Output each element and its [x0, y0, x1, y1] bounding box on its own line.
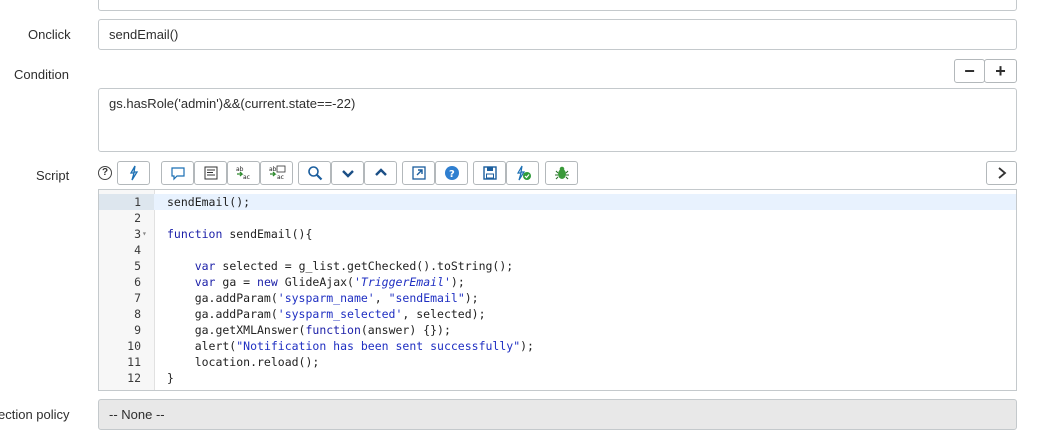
script-help-icon: ? — [444, 166, 459, 180]
line-number: 11 — [127, 355, 141, 369]
code-text: ga.getXMLAnswer(function(answer) {}); — [167, 323, 451, 337]
onclick-field[interactable]: sendEmail() — [98, 19, 1017, 50]
code-text: alert("Notification has been sent succes… — [167, 339, 534, 353]
line-number: 1 — [99, 194, 154, 210]
selection-policy-value: -- None -- — [109, 407, 165, 422]
line-number: 9 — [134, 323, 141, 337]
search-icon — [307, 166, 322, 181]
line-number: 5 — [134, 259, 141, 273]
code-text: location.reload(); — [167, 355, 320, 369]
code-line: 8 ga.addParam('sysparm_selected', select… — [99, 306, 1016, 322]
check-syntax-icon — [516, 165, 531, 181]
fullscreen-icon — [411, 166, 426, 180]
format-icon — [204, 166, 217, 180]
toggle-syntax-button[interactable] — [117, 161, 150, 185]
expand-condition-button[interactable]: + — [984, 59, 1017, 83]
code-line: 2 — [99, 210, 1016, 226]
svg-text:ac: ac — [277, 174, 284, 181]
debug-button[interactable] — [545, 161, 578, 185]
line-number: 8 — [134, 307, 141, 321]
check-syntax-button[interactable] — [506, 161, 539, 185]
line-number: 2 — [134, 211, 141, 225]
replace-all-button[interactable]: ab ac — [260, 161, 293, 185]
code-text: var selected = g_list.getChecked().toStr… — [194, 259, 514, 273]
code-line: 5 var selected = g_list.getChecked().toS… — [99, 258, 1016, 274]
code-text: ga.addParam('sysparm_selected', selected… — [167, 307, 486, 321]
condition-value: gs.hasRole('admin')&&(current.state==-22… — [109, 96, 356, 111]
line-number: 7 — [134, 291, 141, 305]
find-previous-icon — [374, 168, 387, 176]
debug-icon — [554, 166, 569, 180]
code-line: 9 ga.getXMLAnswer(function(answer) {}); — [99, 322, 1016, 338]
script-editor[interactable]: 1 sendEmail(); 2 3 ▾ function sendEmail(){ 4 5 … — [98, 189, 1017, 391]
code-line: 12} — [99, 370, 1016, 386]
code-line: 1 sendEmail(); — [99, 194, 1016, 210]
code-line: 10 alert("Notification has been sent suc… — [99, 338, 1016, 354]
expand-panel-icon — [997, 167, 1006, 179]
code-text: sendEmail(); — [167, 195, 251, 209]
line-number: 3 — [134, 227, 141, 241]
save-icon — [482, 166, 497, 180]
script-help-button[interactable]: ? — [435, 161, 468, 185]
code-line: 3 ▾ function sendEmail(){ — [99, 226, 1016, 242]
code-line: 11 location.reload(); — [99, 354, 1016, 370]
code-text: function sendEmail(){ — [167, 227, 313, 241]
line-number: 4 — [134, 243, 141, 257]
onclick-value: sendEmail() — [109, 27, 179, 42]
onclick-label: Onclick — [28, 27, 71, 42]
replace-button[interactable]: ab ac — [227, 161, 260, 185]
replace-icon: ab ac — [236, 166, 250, 181]
code-line: 7 ga.addParam('sysparm_name', "sendEmail… — [99, 290, 1016, 306]
comment-icon — [170, 167, 185, 181]
condition-label: Condition — [14, 67, 69, 82]
toggle-syntax-icon — [129, 165, 138, 181]
fullscreen-button[interactable] — [402, 161, 435, 185]
code-text: } — [167, 371, 174, 385]
find-previous-button[interactable] — [364, 161, 397, 185]
collapse-condition-button[interactable]: − — [954, 59, 985, 83]
help-icon[interactable]: ? — [98, 166, 112, 180]
line-number: 12 — [127, 371, 141, 385]
previous-field[interactable] — [98, 0, 1017, 11]
code-text: var ga = new GlideAjax('TriggerEmail'); — [194, 275, 465, 289]
code-line: 6 var ga = new GlideAjax('TriggerEmail')… — [99, 274, 1016, 290]
selection-policy-select[interactable]: -- None -- — [98, 399, 1017, 430]
search-button[interactable] — [298, 161, 331, 185]
svg-text:ac: ac — [243, 174, 250, 181]
line-number: 6 — [134, 275, 141, 289]
find-next-icon — [341, 170, 354, 178]
plus-icon: + — [995, 61, 1006, 81]
svg-text:?: ? — [449, 169, 455, 180]
comment-button[interactable] — [161, 161, 194, 185]
code-text: ga.addParam('sysparm_name', "sendEmail")… — [167, 291, 479, 305]
selection-policy-label: ection policy — [0, 407, 70, 422]
script-label: Script — [36, 168, 70, 183]
code-line: 4 — [99, 242, 1016, 258]
line-number: 10 — [127, 339, 141, 353]
format-button[interactable] — [194, 161, 227, 185]
condition-textarea[interactable]: gs.hasRole('admin')&&(current.state==-22… — [98, 88, 1017, 152]
expand-panel-button[interactable] — [986, 161, 1017, 185]
save-button[interactable] — [473, 161, 506, 185]
svg-text:ab: ab — [236, 166, 244, 173]
svg-text:ab: ab — [269, 166, 277, 173]
find-next-button[interactable] — [331, 161, 364, 185]
minus-icon: − — [964, 61, 975, 81]
replace-all-icon: ab ac — [269, 165, 285, 181]
fold-toggle-icon[interactable]: ▾ — [142, 226, 147, 242]
